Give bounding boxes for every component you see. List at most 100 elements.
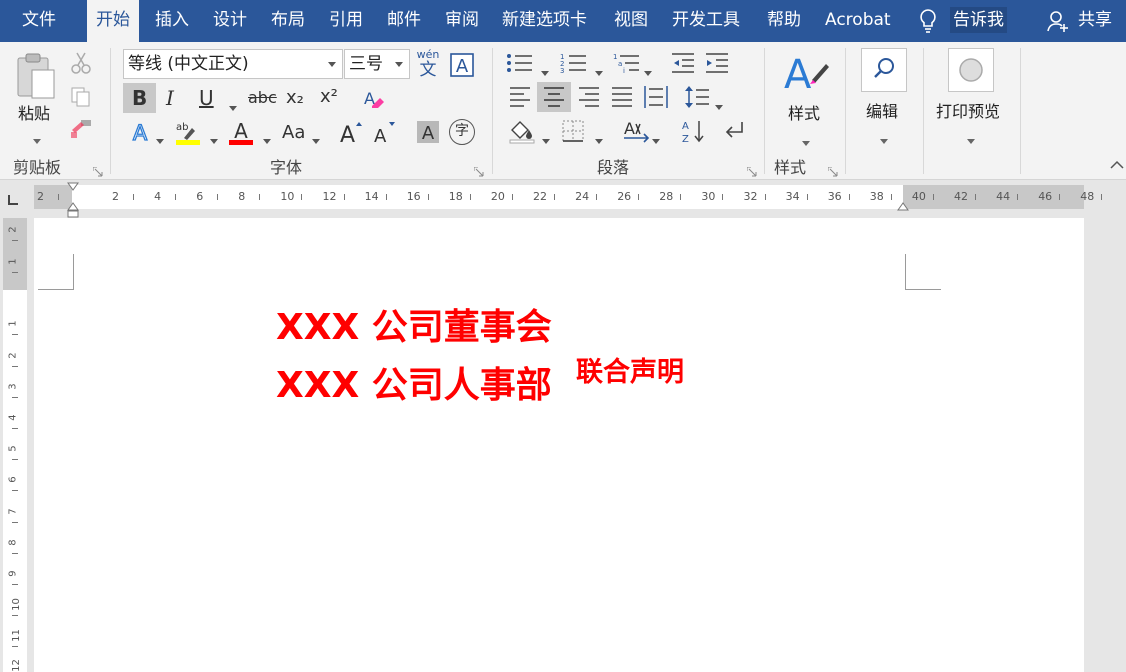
- chevron-down-icon[interactable]: [715, 96, 723, 110]
- styles-button-label[interactable]: 样式: [788, 100, 820, 124]
- document-page[interactable]: XXX 公司董事会 XXX 公司人事部 联合声明: [34, 218, 1084, 672]
- share-button[interactable]: 共享: [1078, 0, 1112, 42]
- cut-icon[interactable]: [70, 51, 92, 75]
- tab-mailings[interactable]: 邮件: [387, 0, 421, 42]
- char-shading-icon[interactable]: A: [416, 120, 440, 144]
- align-center-icon[interactable]: [542, 86, 566, 108]
- dialog-launcher-icon[interactable]: [827, 162, 838, 177]
- tab-view[interactable]: 视图: [614, 0, 648, 42]
- chevron-down-icon[interactable]: [156, 130, 164, 144]
- chevron-down-icon[interactable]: [595, 62, 603, 76]
- bullets-icon[interactable]: [506, 52, 534, 74]
- edit-search-box[interactable]: [861, 48, 907, 92]
- tab-layout[interactable]: 布局: [271, 0, 305, 42]
- asian-layout-icon[interactable]: A: [622, 118, 650, 144]
- lightbulb-icon[interactable]: [918, 8, 938, 34]
- document-superscript[interactable]: 联合声明: [576, 350, 684, 389]
- tab-file[interactable]: 文件: [22, 0, 56, 42]
- document-line-2[interactable]: XXX 公司人事部: [276, 356, 552, 408]
- chevron-down-icon[interactable]: [967, 130, 975, 144]
- chevron-down-icon[interactable]: [595, 130, 603, 144]
- decrease-indent-icon[interactable]: [670, 52, 696, 74]
- shading-icon[interactable]: [508, 118, 536, 144]
- tab-developer[interactable]: 开发工具: [672, 0, 740, 42]
- ruler-tick: [12, 584, 18, 585]
- ruler-tick: [217, 194, 219, 200]
- right-indent-marker[interactable]: [897, 202, 909, 212]
- tab-design[interactable]: 设计: [213, 0, 247, 42]
- chevron-down-icon[interactable]: [210, 130, 218, 144]
- sort-icon[interactable]: AZ: [681, 118, 707, 144]
- copy-icon[interactable]: [70, 86, 92, 108]
- clear-formatting-icon[interactable]: A: [362, 88, 386, 110]
- font-size-select[interactable]: 三号: [344, 49, 410, 79]
- tell-me-search[interactable]: 告诉我: [950, 7, 1007, 33]
- highlight-icon[interactable]: ab: [174, 120, 202, 146]
- phonetic-guide-icon[interactable]: wén 文: [416, 49, 440, 80]
- strikethrough-button[interactable]: abc: [248, 88, 277, 107]
- tab-acrobat[interactable]: Acrobat: [825, 0, 891, 42]
- tab-review[interactable]: 审阅: [445, 0, 479, 42]
- text-effects-icon[interactable]: A: [128, 120, 152, 144]
- line-spacing-icon[interactable]: [684, 84, 710, 110]
- horizontal-ruler[interactable]: 2 2 4 6 8 10 12 14 16 18 20 22 24 26 28 30 32 34 36 38 40 42 4…: [34, 182, 1103, 218]
- enclose-characters-icon[interactable]: 字: [449, 119, 475, 145]
- edit-button-label[interactable]: 编辑: [866, 98, 898, 122]
- justify-icon[interactable]: [610, 86, 634, 108]
- tab-help[interactable]: 帮助: [767, 0, 801, 42]
- chevron-down-icon[interactable]: [652, 130, 660, 144]
- ruler-tick: [764, 194, 766, 200]
- font-color-icon[interactable]: A: [228, 120, 254, 146]
- chevron-down-icon[interactable]: [229, 97, 237, 111]
- shrink-font-icon[interactable]: A: [372, 120, 398, 146]
- first-line-indent-marker[interactable]: [67, 182, 79, 192]
- collapse-ribbon-icon[interactable]: [1110, 160, 1124, 170]
- styles-icon[interactable]: A: [784, 50, 830, 96]
- chevron-down-icon[interactable]: [33, 130, 41, 144]
- change-case-button[interactable]: Aa: [282, 122, 305, 143]
- left-indent-marker[interactable]: [67, 202, 79, 218]
- chevron-down-icon[interactable]: [802, 132, 810, 146]
- vertical-scrollbar[interactable]: [1110, 218, 1126, 672]
- vertical-ruler[interactable]: 2 1 1 2 3 4 5 6 7 8 9 10 11 12: [3, 218, 27, 672]
- align-right-icon[interactable]: [577, 86, 601, 108]
- font-name-select[interactable]: 等线 (中文正文): [123, 49, 343, 79]
- svg-text:a: a: [618, 60, 622, 68]
- format-painter-icon[interactable]: [69, 118, 93, 140]
- person-icon[interactable]: [1046, 9, 1070, 33]
- ruler-number: 46: [1038, 190, 1053, 203]
- tab-insert[interactable]: 插入: [155, 0, 189, 42]
- char-border-icon[interactable]: A: [450, 53, 474, 77]
- chevron-down-icon[interactable]: [541, 62, 549, 76]
- grow-font-icon[interactable]: A: [338, 120, 364, 146]
- dialog-launcher-icon[interactable]: [746, 162, 757, 177]
- distributed-icon[interactable]: [643, 84, 669, 110]
- dialog-launcher-icon[interactable]: [92, 162, 103, 177]
- subscript-button[interactable]: x₂: [286, 87, 304, 108]
- align-left-icon[interactable]: [508, 86, 532, 108]
- paste-icon[interactable]: [14, 52, 58, 102]
- chevron-down-icon[interactable]: [263, 130, 271, 144]
- print-preview-box[interactable]: [948, 48, 994, 92]
- superscript-button[interactable]: x²: [320, 86, 338, 107]
- bold-button[interactable]: B: [132, 86, 147, 110]
- chevron-down-icon[interactable]: [880, 130, 888, 144]
- multilevel-list-icon[interactable]: 1ai: [613, 52, 641, 74]
- paste-label[interactable]: 粘贴: [18, 100, 50, 124]
- document-line-1[interactable]: XXX 公司董事会: [276, 298, 552, 350]
- chevron-down-icon[interactable]: [542, 130, 550, 144]
- increase-indent-icon[interactable]: [704, 52, 730, 74]
- italic-button[interactable]: I: [166, 86, 174, 110]
- dialog-launcher-icon[interactable]: [473, 162, 484, 177]
- tab-references[interactable]: 引用: [329, 0, 363, 42]
- tab-home[interactable]: 开始: [87, 0, 139, 42]
- chevron-down-icon[interactable]: [644, 62, 652, 76]
- print-preview-label[interactable]: 打印预览: [936, 98, 1000, 122]
- borders-icon[interactable]: [562, 120, 584, 142]
- chevron-down-icon[interactable]: [312, 130, 320, 144]
- tab-new-tab[interactable]: 新建选项卡: [502, 0, 587, 42]
- underline-button[interactable]: U: [199, 86, 214, 110]
- show-marks-icon[interactable]: [722, 120, 746, 142]
- tab-stop-selector-icon[interactable]: [7, 194, 19, 206]
- numbering-icon[interactable]: 123: [560, 52, 588, 74]
